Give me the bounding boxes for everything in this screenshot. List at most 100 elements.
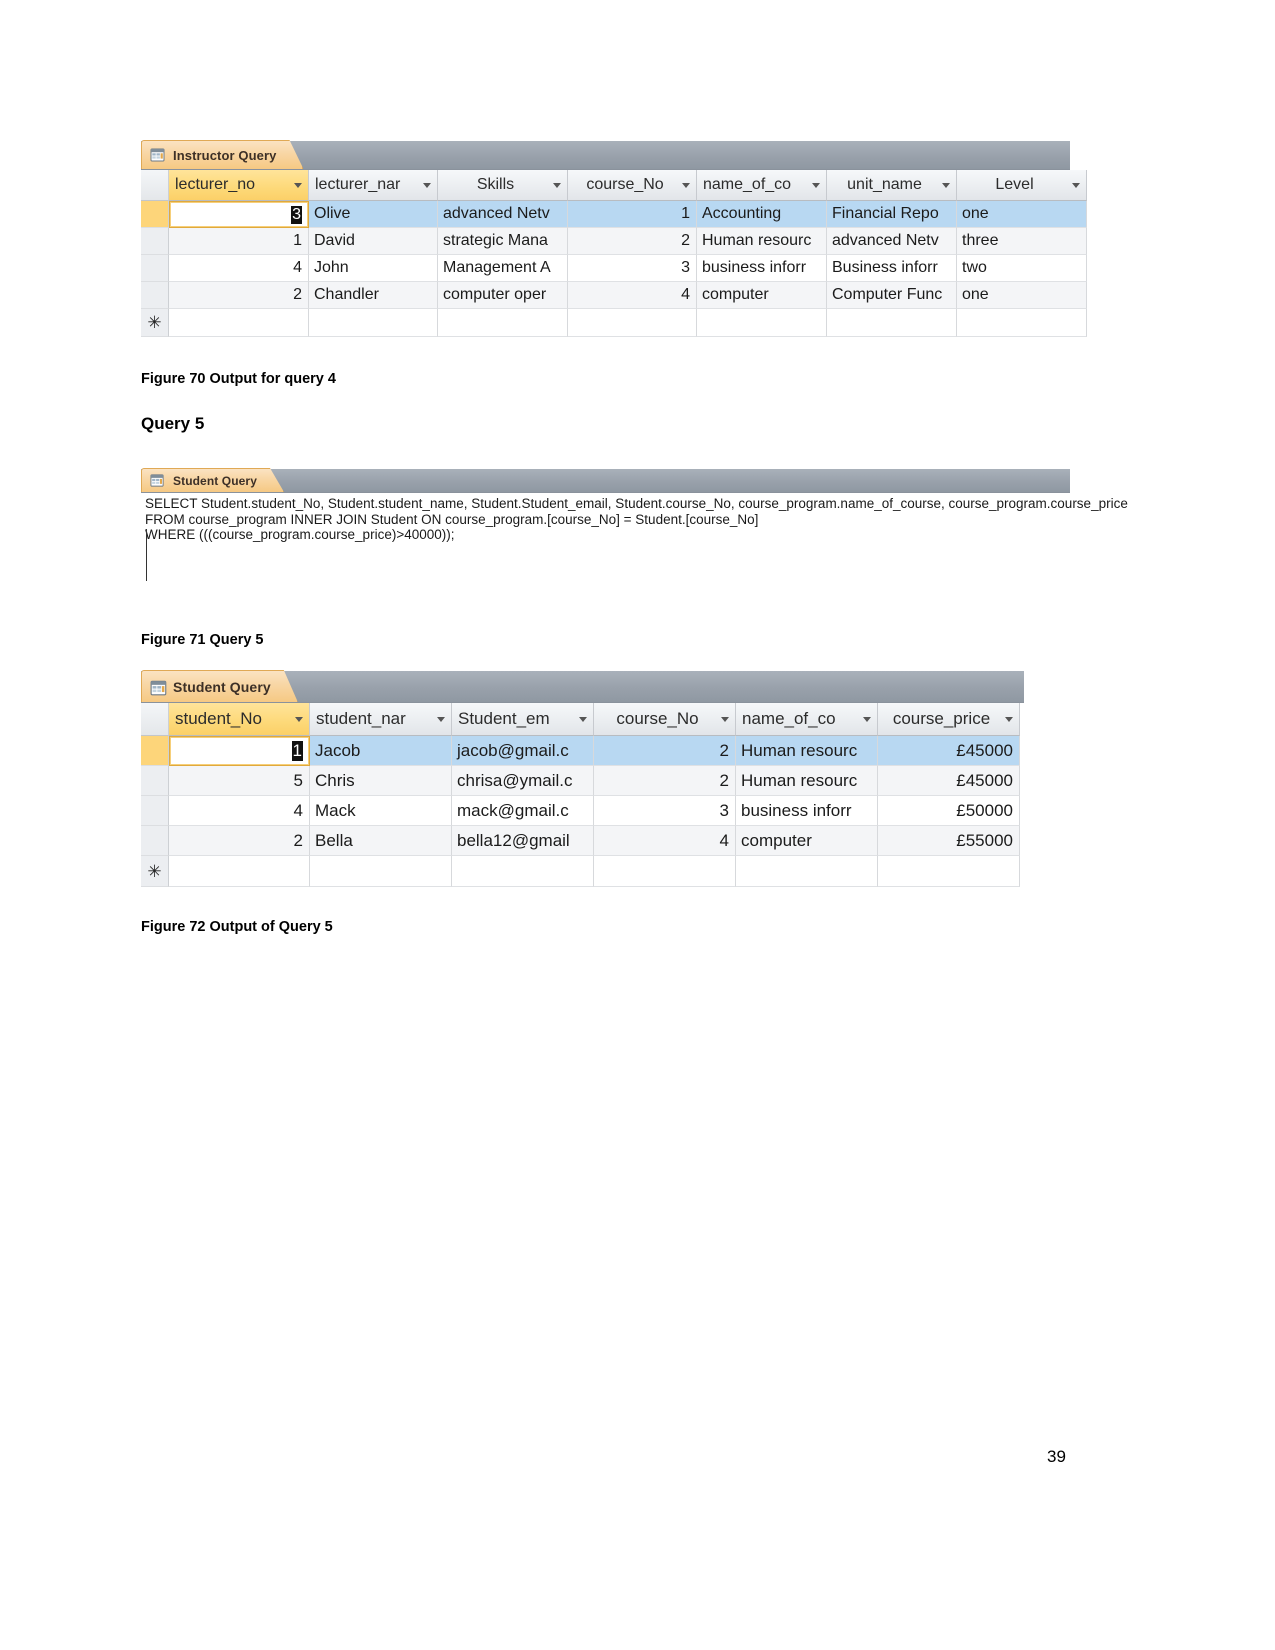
- new-record-row[interactable]: ✳: [141, 856, 1024, 887]
- cell-course-price[interactable]: £50000: [878, 796, 1020, 826]
- cell-course-price[interactable]: £45000: [878, 766, 1020, 796]
- cell-lecturer-no[interactable]: 3: [169, 201, 309, 228]
- cell-course-no[interactable]: 2: [594, 766, 736, 796]
- new-record-cell[interactable]: [878, 856, 1020, 887]
- cell-unit-name[interactable]: Financial Repo: [827, 201, 957, 228]
- row-selector[interactable]: [141, 255, 169, 282]
- cell-student-nar[interactable]: Chris: [310, 766, 452, 796]
- cell-name-of-co[interactable]: Human resourc: [736, 766, 878, 796]
- table-row[interactable]: 2 Bella bella12@gmail 4 computer £55000: [141, 826, 1024, 856]
- column-header-course-no[interactable]: course_No: [568, 170, 697, 201]
- column-header-course-no[interactable]: course_No: [594, 703, 736, 736]
- table-row[interactable]: 1 David strategic Mana 2 Human resourc advanc…: [141, 228, 1087, 255]
- cell-student-no[interactable]: 4: [169, 796, 310, 826]
- cell-course-no[interactable]: 2: [594, 736, 736, 766]
- new-record-cell[interactable]: [568, 309, 697, 337]
- cell-course-no[interactable]: 3: [568, 255, 697, 282]
- chevron-down-icon[interactable]: [579, 716, 587, 722]
- column-header-lecturer-nar[interactable]: lecturer_nar: [309, 170, 438, 201]
- cell-course-no[interactable]: 2: [568, 228, 697, 255]
- row-selector[interactable]: [141, 201, 169, 228]
- new-record-cell[interactable]: [309, 309, 438, 337]
- chevron-down-icon[interactable]: [721, 716, 729, 722]
- table-row[interactable]: 1 Jacob jacob@gmail.c 2 Human resourc £45000: [141, 736, 1024, 766]
- column-header-name-of-co[interactable]: name_of_co: [736, 703, 878, 736]
- cell-student-nar[interactable]: Jacob: [310, 736, 452, 766]
- cell-skills[interactable]: strategic Mana: [438, 228, 568, 255]
- chevron-down-icon[interactable]: [1072, 182, 1080, 188]
- cell-skills[interactable]: advanced Netv: [438, 201, 568, 228]
- cell-course-price[interactable]: £45000: [878, 736, 1020, 766]
- table-row[interactable]: 4 John Management A 3 business inforr Busines…: [141, 255, 1087, 282]
- cell-student-no[interactable]: 5: [169, 766, 310, 796]
- tab-student-query-sql[interactable]: Student Query: [141, 468, 284, 492]
- new-record-row[interactable]: ✳: [141, 309, 1087, 337]
- new-record-cell[interactable]: [452, 856, 594, 887]
- cell-student-no[interactable]: 1: [169, 736, 310, 766]
- cell-course-no[interactable]: 1: [568, 201, 697, 228]
- cell-lecturer-no[interactable]: 2: [169, 282, 309, 309]
- chevron-down-icon[interactable]: [423, 182, 431, 188]
- column-header-name-of-co[interactable]: name_of_co: [697, 170, 827, 201]
- tab-student-query[interactable]: Student Query: [141, 670, 298, 702]
- table-row[interactable]: 2 Chandler computer oper 4 computer Computer …: [141, 282, 1087, 309]
- chevron-down-icon[interactable]: [1005, 716, 1013, 722]
- cell-name-of-co[interactable]: Human resourc: [697, 228, 827, 255]
- tab-instructor-query[interactable]: Instructor Query: [141, 140, 303, 169]
- cell-lecturer-nar[interactable]: David: [309, 228, 438, 255]
- cell-lecturer-nar[interactable]: John: [309, 255, 438, 282]
- row-selector[interactable]: [141, 736, 169, 766]
- cell-name-of-co[interactable]: business inforr: [697, 255, 827, 282]
- cell-unit-name[interactable]: Business inforr: [827, 255, 957, 282]
- cell-student-no[interactable]: 2: [169, 826, 310, 856]
- column-header-lecturer-no[interactable]: lecturer_no: [169, 170, 309, 201]
- cell-name-of-co[interactable]: Human resourc: [736, 736, 878, 766]
- cell-skills[interactable]: Management A: [438, 255, 568, 282]
- chevron-down-icon[interactable]: [294, 182, 302, 188]
- cell-course-price[interactable]: £55000: [878, 826, 1020, 856]
- column-header-skills[interactable]: Skills: [438, 170, 568, 201]
- cell-lecturer-no[interactable]: 4: [169, 255, 309, 282]
- new-record-cell[interactable]: [310, 856, 452, 887]
- row-selector[interactable]: [141, 282, 169, 309]
- new-record-marker[interactable]: ✳: [141, 309, 169, 337]
- column-header-student-nar[interactable]: student_nar: [310, 703, 452, 736]
- cell-lecturer-no[interactable]: 1: [169, 228, 309, 255]
- cell-lecturer-nar[interactable]: Chandler: [309, 282, 438, 309]
- cell-name-of-co[interactable]: Accounting: [697, 201, 827, 228]
- chevron-down-icon[interactable]: [812, 182, 820, 188]
- cell-level[interactable]: two: [957, 255, 1087, 282]
- cell-unit-name[interactable]: advanced Netv: [827, 228, 957, 255]
- cell-level[interactable]: three: [957, 228, 1087, 255]
- column-header-course-price[interactable]: course_price: [878, 703, 1020, 736]
- table-row[interactable]: 4 Mack mack@gmail.c 3 business inforr £50000: [141, 796, 1024, 826]
- cell-lecturer-nar[interactable]: Olive: [309, 201, 438, 228]
- new-record-cell[interactable]: [697, 309, 827, 337]
- cell-student-em[interactable]: mack@gmail.c: [452, 796, 594, 826]
- cell-student-nar[interactable]: Bella: [310, 826, 452, 856]
- cell-skills[interactable]: computer oper: [438, 282, 568, 309]
- cell-level[interactable]: one: [957, 282, 1087, 309]
- cell-student-em[interactable]: jacob@gmail.c: [452, 736, 594, 766]
- new-record-cell[interactable]: [438, 309, 568, 337]
- row-selector[interactable]: [141, 796, 169, 826]
- cell-course-no[interactable]: 4: [568, 282, 697, 309]
- chevron-down-icon[interactable]: [553, 182, 561, 188]
- table-row[interactable]: 5 Chris chrisa@ymail.c 2 Human resourc £45000: [141, 766, 1024, 796]
- select-all-corner[interactable]: [141, 170, 169, 201]
- chevron-down-icon[interactable]: [863, 716, 871, 722]
- cell-student-em[interactable]: chrisa@ymail.c: [452, 766, 594, 796]
- cell-student-nar[interactable]: Mack: [310, 796, 452, 826]
- column-header-unit-name[interactable]: unit_name: [827, 170, 957, 201]
- column-header-student-em[interactable]: Student_em: [452, 703, 594, 736]
- new-record-cell[interactable]: [169, 309, 309, 337]
- cell-course-no[interactable]: 4: [594, 826, 736, 856]
- new-record-cell[interactable]: [827, 309, 957, 337]
- cell-level[interactable]: one: [957, 201, 1087, 228]
- sql-text-pane[interactable]: SELECT Student.student_No, Student.stude…: [141, 493, 1128, 590]
- cell-name-of-co[interactable]: computer: [697, 282, 827, 309]
- select-all-corner[interactable]: [141, 703, 169, 736]
- cell-name-of-co[interactable]: computer: [736, 826, 878, 856]
- row-selector[interactable]: [141, 826, 169, 856]
- new-record-cell[interactable]: [169, 856, 310, 887]
